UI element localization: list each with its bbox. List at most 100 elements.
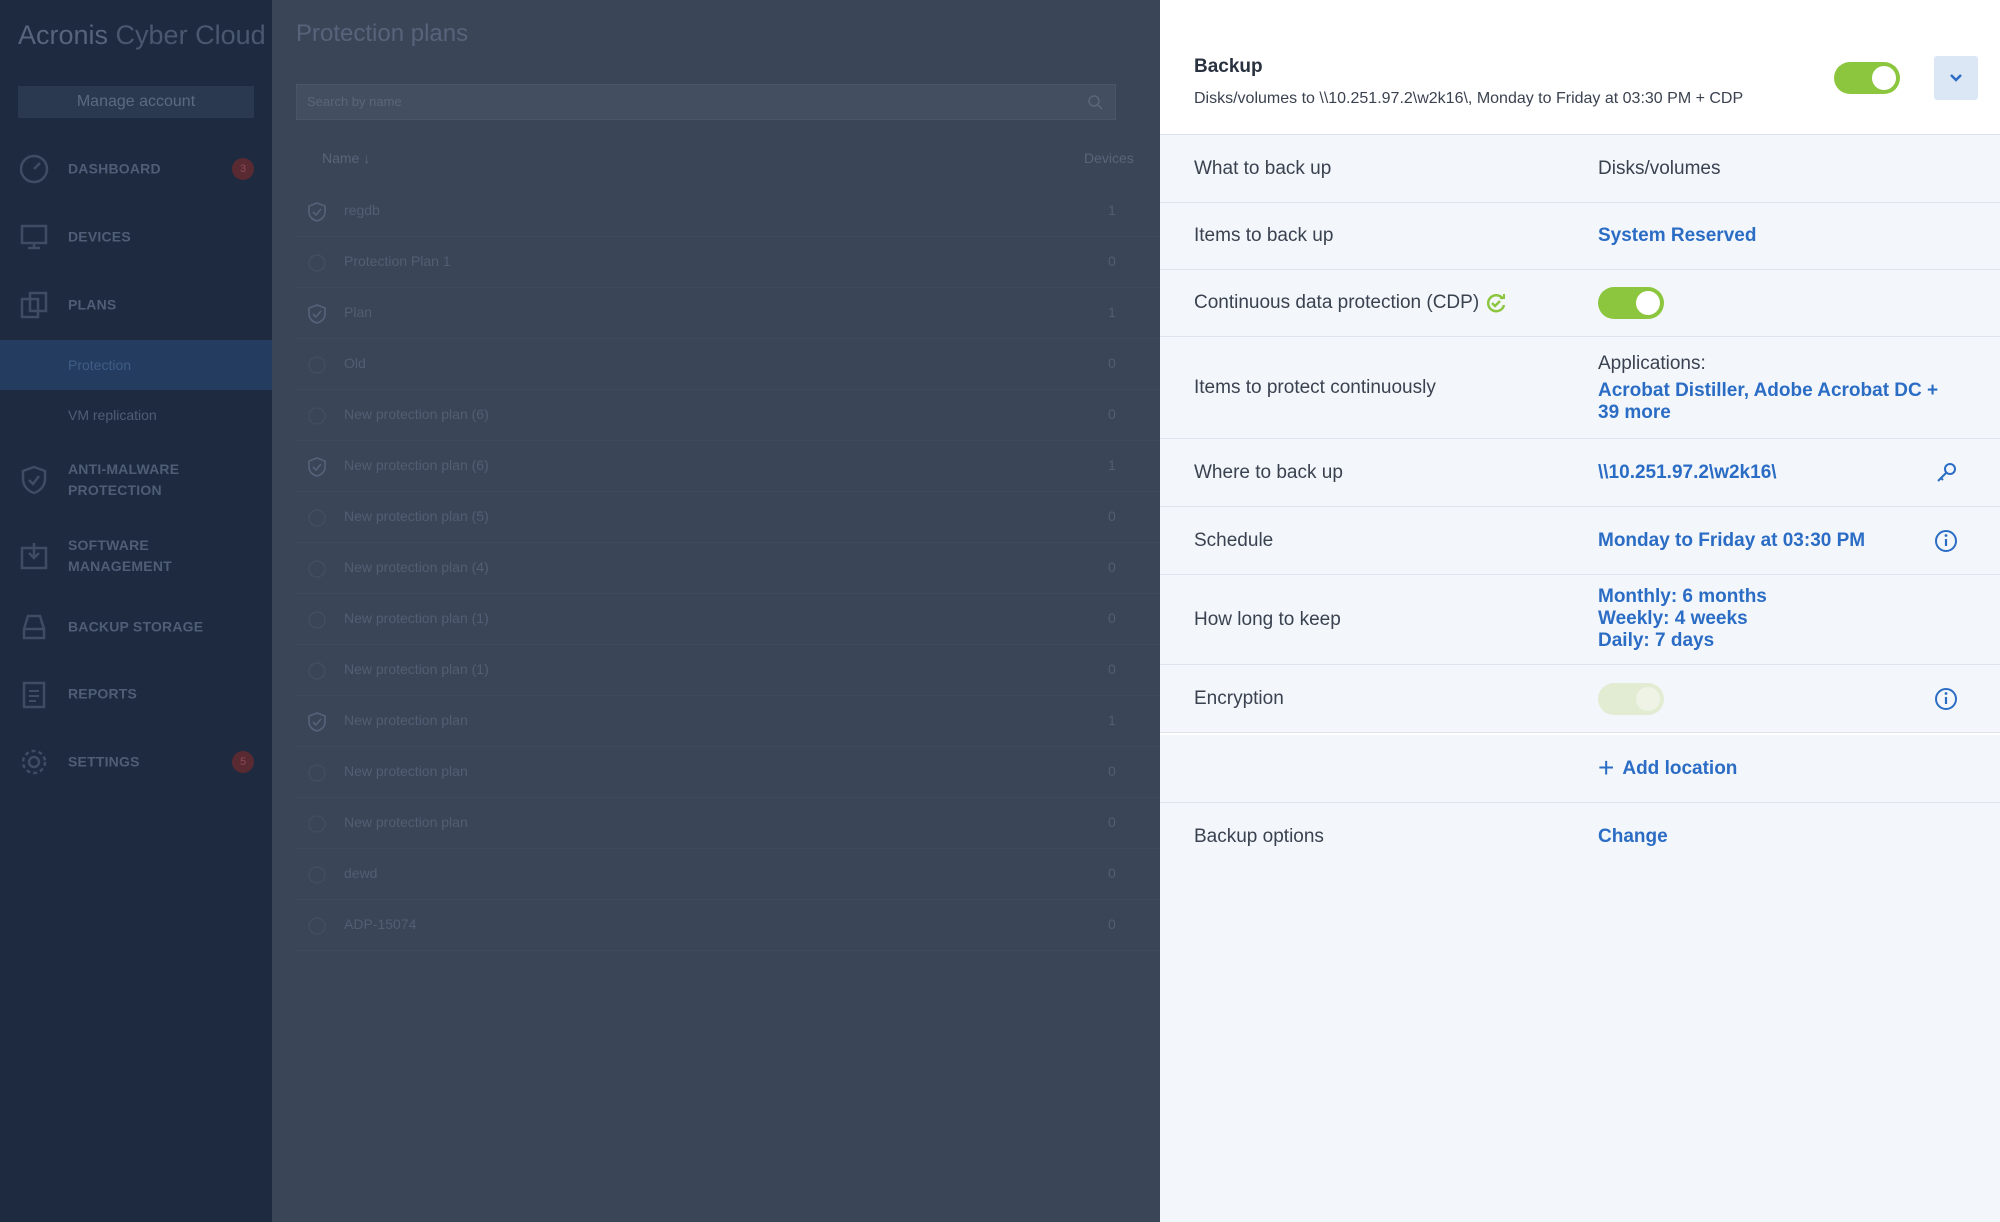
row-encryption: Encryption [1160, 665, 2000, 733]
table-row[interactable]: New protection plan (6) 0 [296, 390, 1160, 441]
column-header-label: Name [322, 150, 360, 166]
row-where-to-back-up[interactable]: Where to back up \\10.251.97.2\w2k16\ [1160, 439, 2000, 507]
info-icon[interactable] [1934, 687, 1958, 711]
plan-name: New protection plan (6) [344, 406, 489, 422]
storage-icon [18, 611, 50, 643]
plans-icon [18, 289, 50, 321]
protection-plans-list: Protection plans Search by name Name ↓ D… [272, 0, 1160, 1222]
sidebar-item-label: SOFTWARE MANAGEMENT [68, 537, 172, 574]
panel-subtitle: Disks/volumes to \\10.251.97.2\w2k16\, M… [1194, 90, 1744, 107]
row-label: Items to back up [1194, 225, 1334, 246]
collapse-button[interactable] [1934, 56, 1978, 100]
table-row[interactable]: New protection plan (4) 0 [296, 543, 1160, 594]
sidebar-item-settings[interactable]: SETTINGS 5 [0, 732, 272, 792]
add-location-button[interactable]: + Add location [1598, 752, 1737, 784]
retention-link[interactable]: Monthly: 6 months Weekly: 4 weeks Daily:… [1598, 586, 1767, 652]
row-label: Items to protect continuously [1194, 376, 1436, 398]
info-icon[interactable] [1934, 529, 1958, 553]
gear-icon [18, 746, 50, 778]
backup-details-panel: Backup Disks/volumes to \\10.251.97.2\w2… [1160, 0, 2000, 1222]
table-row[interactable]: Protection Plan 1 0 [296, 237, 1160, 288]
row-items-to-back-up[interactable]: Items to back up System Reserved [1160, 203, 2000, 270]
sidebar-item-software-management[interactable]: SOFTWARE MANAGEMENT [0, 526, 272, 586]
row-what-to-back-up[interactable]: What to back up Disks/volumes [1160, 135, 2000, 203]
sidebar-item-label: BACKUP STORAGE [68, 618, 204, 635]
sidebar-item-devices[interactable]: DEVICES [0, 207, 272, 267]
plan-device-count: 0 [1108, 355, 1116, 371]
row-status-icon [308, 254, 326, 272]
plan-name: New protection plan (1) [344, 661, 489, 677]
sidebar-item-reports[interactable]: REPORTS [0, 664, 272, 724]
shield-check-icon [308, 304, 326, 324]
column-header-name[interactable]: Name ↓ [322, 150, 370, 166]
row-status-icon [308, 917, 326, 935]
location-link[interactable]: \\10.251.97.2\w2k16\ [1598, 462, 1777, 484]
row-how-long-to-keep[interactable]: How long to keep Monthly: 6 months Weekl… [1160, 575, 2000, 665]
sidebar-subitem-protection[interactable]: Protection [0, 340, 272, 390]
table-row[interactable]: New protection plan 1 [296, 696, 1160, 747]
retention-weekly: Weekly: 4 weeks [1598, 608, 1748, 629]
table-row[interactable]: New protection plan (6) 1 [296, 441, 1160, 492]
plan-name: Protection Plan 1 [344, 253, 451, 269]
table-row[interactable]: Plan 1 [296, 288, 1160, 339]
items-to-back-up-link[interactable]: System Reserved [1598, 225, 1756, 247]
column-header-devices[interactable]: Devices [1084, 150, 1134, 166]
table-row[interactable]: New protection plan (1) 0 [296, 594, 1160, 645]
search-input[interactable]: Search by name [296, 84, 1116, 120]
plan-name: New protection plan (1) [344, 610, 489, 626]
table-row[interactable]: New protection plan (5) 0 [296, 492, 1160, 543]
table-row[interactable]: New protection plan (1) 0 [296, 645, 1160, 696]
brand-name: Acronis [18, 20, 109, 50]
row-label: Schedule [1194, 529, 1274, 551]
backup-toggle[interactable] [1834, 62, 1900, 94]
plan-name: New protection plan [344, 763, 468, 779]
panel-header: Backup Disks/volumes to \\10.251.97.2\w2… [1160, 0, 2000, 135]
software-icon [18, 540, 50, 572]
plan-device-count: 0 [1108, 814, 1116, 830]
table-row[interactable]: regdb 1 [296, 186, 1160, 237]
gauge-icon [18, 153, 50, 185]
plan-device-count: 0 [1108, 253, 1116, 269]
shield-check-icon [308, 457, 326, 477]
table-row[interactable]: New protection plan 0 [296, 747, 1160, 798]
clipboard-icon [18, 678, 50, 710]
sidebar-item-label: Protection [68, 357, 132, 373]
row-cdp: Continuous data protection (CDP) [1160, 270, 2000, 337]
change-options-link[interactable]: Change [1598, 826, 1668, 848]
applications-link[interactable]: Acrobat Distiller, Adobe Acrobat DC + 39… [1598, 380, 1938, 424]
sort-arrow-icon: ↓ [363, 150, 371, 166]
plan-device-count: 0 [1108, 406, 1116, 422]
row-status-icon [308, 560, 326, 578]
sidebar-item-dashboard[interactable]: DASHBOARD 3 [0, 139, 272, 199]
sidebar-item-label: VM replication [68, 407, 157, 423]
encryption-toggle[interactable] [1598, 683, 1664, 715]
retention-daily: Daily: 7 days [1598, 630, 1715, 651]
manage-account-button[interactable]: Manage account [18, 86, 254, 118]
sidebar-item-backup-storage[interactable]: BACKUP STORAGE [0, 597, 272, 657]
sidebar-item-anti-malware[interactable]: ANTI-MALWARE PROTECTION [0, 450, 272, 510]
row-backup-options[interactable]: Backup options Change [1160, 803, 2000, 870]
brand-logo: Acronis Cyber Cloud [18, 20, 266, 51]
table-row[interactable]: dewd 0 [296, 849, 1160, 900]
row-label: Where to back up [1194, 461, 1343, 483]
schedule-link[interactable]: Monday to Friday at 03:30 PM [1598, 530, 1865, 552]
sidebar-item-plans[interactable]: PLANS [0, 275, 272, 335]
table-row[interactable]: New protection plan 0 [296, 798, 1160, 849]
sidebar-subitem-vm-replication[interactable]: VM replication [0, 390, 272, 440]
row-add-location: + Add location [1160, 735, 2000, 803]
table-row[interactable]: Old 0 [296, 339, 1160, 390]
notification-badge: 5 [232, 751, 254, 773]
row-status-icon [308, 815, 326, 833]
applications-heading: Applications: [1598, 353, 1706, 374]
plan-device-count: 0 [1108, 661, 1116, 677]
table-row[interactable]: ADP-15074 0 [296, 900, 1160, 951]
key-icon[interactable] [1934, 461, 1958, 485]
plus-icon: + [1598, 752, 1615, 784]
plan-name: New protection plan (6) [344, 457, 489, 473]
sidebar: Acronis Cyber Cloud Manage account DASHB… [0, 0, 272, 1222]
row-items-to-protect-continuously[interactable]: Items to protect continuously Applicatio… [1160, 337, 2000, 439]
row-label: Continuous data protection (CDP) [1194, 292, 1480, 314]
row-schedule[interactable]: Schedule Monday to Friday at 03:30 PM [1160, 507, 2000, 575]
cdp-toggle[interactable] [1598, 287, 1664, 319]
page-title: Protection plans [296, 20, 469, 47]
